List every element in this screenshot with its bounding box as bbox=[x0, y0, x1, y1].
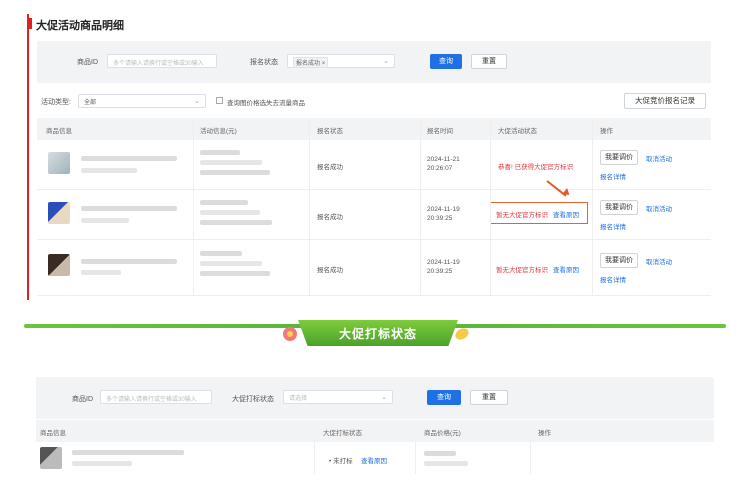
search-button[interactable]: 查询 bbox=[430, 54, 462, 69]
promo-status-select[interactable]: 请选择 ⌄ bbox=[283, 390, 393, 404]
product-name-blurred bbox=[81, 156, 177, 161]
product-meta-blurred bbox=[81, 270, 121, 275]
product-meta-blurred bbox=[81, 168, 137, 173]
table-row: 报名成功 2024-11-19 20:39:25 暂无大促官方标识 查看原因 我要… bbox=[37, 240, 711, 296]
signup-detail-link[interactable]: 报名详情 bbox=[600, 171, 626, 181]
product-thumbnail bbox=[48, 254, 70, 276]
column-divider bbox=[420, 118, 421, 296]
product-meta-blurred bbox=[72, 461, 132, 466]
th-product: 商品信息 bbox=[40, 430, 66, 437]
signup-status: 报名成功 bbox=[317, 267, 343, 274]
activity-info-blurred bbox=[200, 160, 262, 165]
product-thumbnail bbox=[48, 202, 70, 224]
th-product: 商品信息 bbox=[46, 128, 72, 135]
signup-time: 2024-11-19 20:39:25 bbox=[427, 206, 460, 222]
price-blurred bbox=[424, 461, 468, 466]
column-divider bbox=[314, 442, 315, 474]
activity-info-blurred bbox=[200, 271, 270, 276]
activity-info-blurred bbox=[200, 150, 240, 155]
activity-info-blurred bbox=[200, 220, 272, 225]
th-promo-status: 大促活动状态 bbox=[498, 128, 537, 135]
section-title: 大促活动商品明细 bbox=[29, 17, 124, 33]
tag-close-icon[interactable]: × bbox=[322, 61, 326, 67]
cancel-activity-link[interactable]: 取消活动 bbox=[646, 256, 672, 266]
product-id-input[interactable]: 多个请输入请换行或空格或30输入 bbox=[107, 54, 217, 68]
column-divider bbox=[309, 118, 310, 296]
reset-button[interactable]: 重置 bbox=[471, 54, 507, 69]
flower-decoration-icon bbox=[283, 327, 297, 341]
search-button[interactable]: 查询 bbox=[427, 390, 461, 405]
view-reason-link[interactable]: 查看原因 bbox=[553, 209, 579, 219]
table-header: 商品信息 活动信息(元) 报名状态 报名时间 大促活动状态 操作 bbox=[37, 118, 711, 140]
chevron-down-icon: ⌄ bbox=[381, 394, 387, 401]
price-blurred bbox=[424, 451, 456, 456]
checkbox-label: 查询图价格选失去流量商品 bbox=[227, 100, 305, 107]
promo-status-label: 大促打标状态 bbox=[232, 396, 274, 403]
product-id-label: 商品ID bbox=[72, 396, 93, 403]
activity-info-blurred bbox=[200, 210, 260, 215]
filter-bar-2: 商品ID 多个请输入请换行或空格或30输入 大促打标状态 请选择 ⌄ 查询 重置 bbox=[36, 377, 714, 419]
cancel-activity-link[interactable]: 取消活动 bbox=[646, 153, 672, 163]
table-row: 报名成功 2024-11-21 20:26:07 恭喜! 已获得大促官方标识 我要… bbox=[37, 140, 711, 190]
product-name-blurred bbox=[81, 259, 177, 264]
th-price: 商品价格(元) bbox=[424, 430, 461, 437]
column-divider bbox=[193, 118, 194, 296]
activity-info-blurred bbox=[200, 251, 242, 256]
th-promo-status: 大促打标状态 bbox=[323, 430, 362, 437]
table-row: • 未打标 查看原因 bbox=[36, 442, 714, 474]
view-reason-link[interactable]: 查看原因 bbox=[553, 264, 579, 274]
left-accent-line bbox=[27, 14, 29, 300]
th-actions: 操作 bbox=[538, 430, 551, 437]
filter-bar: 商品ID 多个请输入请换行或空格或30输入 报名状态 报名成功 × ⌄ 查询 重… bbox=[37, 41, 711, 83]
promo-status: • 未打标 bbox=[329, 458, 353, 465]
signup-time: 2024-11-19 20:39:25 bbox=[427, 259, 460, 275]
reset-button[interactable]: 重置 bbox=[470, 390, 508, 405]
bid-record-button[interactable]: 大促竞价报名记录 bbox=[624, 93, 706, 109]
activity-type-label: 活动类型: bbox=[41, 99, 71, 106]
activity-info-blurred bbox=[200, 261, 262, 266]
th-time: 报名时间 bbox=[427, 128, 453, 135]
adjust-price-button[interactable]: 我要调价 bbox=[600, 200, 638, 215]
signup-detail-link[interactable]: 报名详情 bbox=[600, 221, 626, 231]
column-divider bbox=[415, 442, 416, 474]
promo-status-text: 暂无大促官方标识 bbox=[496, 212, 548, 219]
signup-status: 报名成功 bbox=[317, 214, 343, 221]
chevron-down-icon: ⌄ bbox=[383, 58, 389, 65]
cancel-activity-link[interactable]: 取消活动 bbox=[646, 203, 672, 213]
product-thumbnail bbox=[48, 152, 70, 174]
banner-title: 大促打标状态 bbox=[338, 327, 417, 341]
product-id-label: 商品ID bbox=[77, 59, 98, 66]
product-name-blurred bbox=[72, 450, 184, 455]
product-name-blurred bbox=[81, 206, 177, 211]
table-row: 报名成功 2024-11-19 20:39:25 暂无大促官方标识 查看原因 我要… bbox=[37, 190, 711, 240]
product-thumbnail bbox=[40, 447, 62, 469]
status-tag: 报名成功 × bbox=[293, 57, 329, 68]
signup-status: 报名成功 bbox=[317, 164, 343, 171]
promo-status-text: 恭喜! 已获得大促官方标识 bbox=[498, 164, 574, 171]
filter-checkbox[interactable] bbox=[216, 97, 223, 104]
signup-detail-link[interactable]: 报名详情 bbox=[600, 274, 626, 284]
signup-time: 2024-11-21 20:26:07 bbox=[427, 156, 460, 172]
activity-info-blurred bbox=[200, 170, 270, 175]
table-header-2: 商品信息 大促打标状态 商品价格(元) 操作 bbox=[36, 420, 714, 442]
th-actions: 操作 bbox=[600, 128, 613, 135]
activity-type-select[interactable]: 全部 ⌄ bbox=[78, 94, 206, 108]
column-divider bbox=[592, 118, 593, 296]
column-divider bbox=[530, 442, 531, 474]
view-reason-link[interactable]: 查看原因 bbox=[361, 455, 387, 465]
th-status: 报名状态 bbox=[317, 128, 343, 135]
adjust-price-button[interactable]: 我要调价 bbox=[600, 253, 638, 268]
status-label: 报名状态 bbox=[250, 59, 278, 66]
th-activity: 活动信息(元) bbox=[200, 128, 237, 135]
adjust-price-button[interactable]: 我要调价 bbox=[600, 150, 638, 165]
chevron-down-icon: ⌄ bbox=[194, 98, 200, 105]
column-divider bbox=[490, 118, 491, 296]
promo-status-text: 暂无大促官方标识 bbox=[496, 267, 548, 274]
product-meta-blurred bbox=[81, 218, 129, 223]
status-select[interactable]: 报名成功 × ⌄ bbox=[287, 54, 395, 68]
promo-product-detail-panel: 大促活动商品明细 商品ID 多个请输入请换行或空格或30输入 报名状态 报名成功… bbox=[0, 0, 752, 300]
activity-info-blurred bbox=[200, 200, 248, 205]
product-id-input[interactable]: 多个请输入请换行或空格或30输入 bbox=[100, 390, 212, 404]
